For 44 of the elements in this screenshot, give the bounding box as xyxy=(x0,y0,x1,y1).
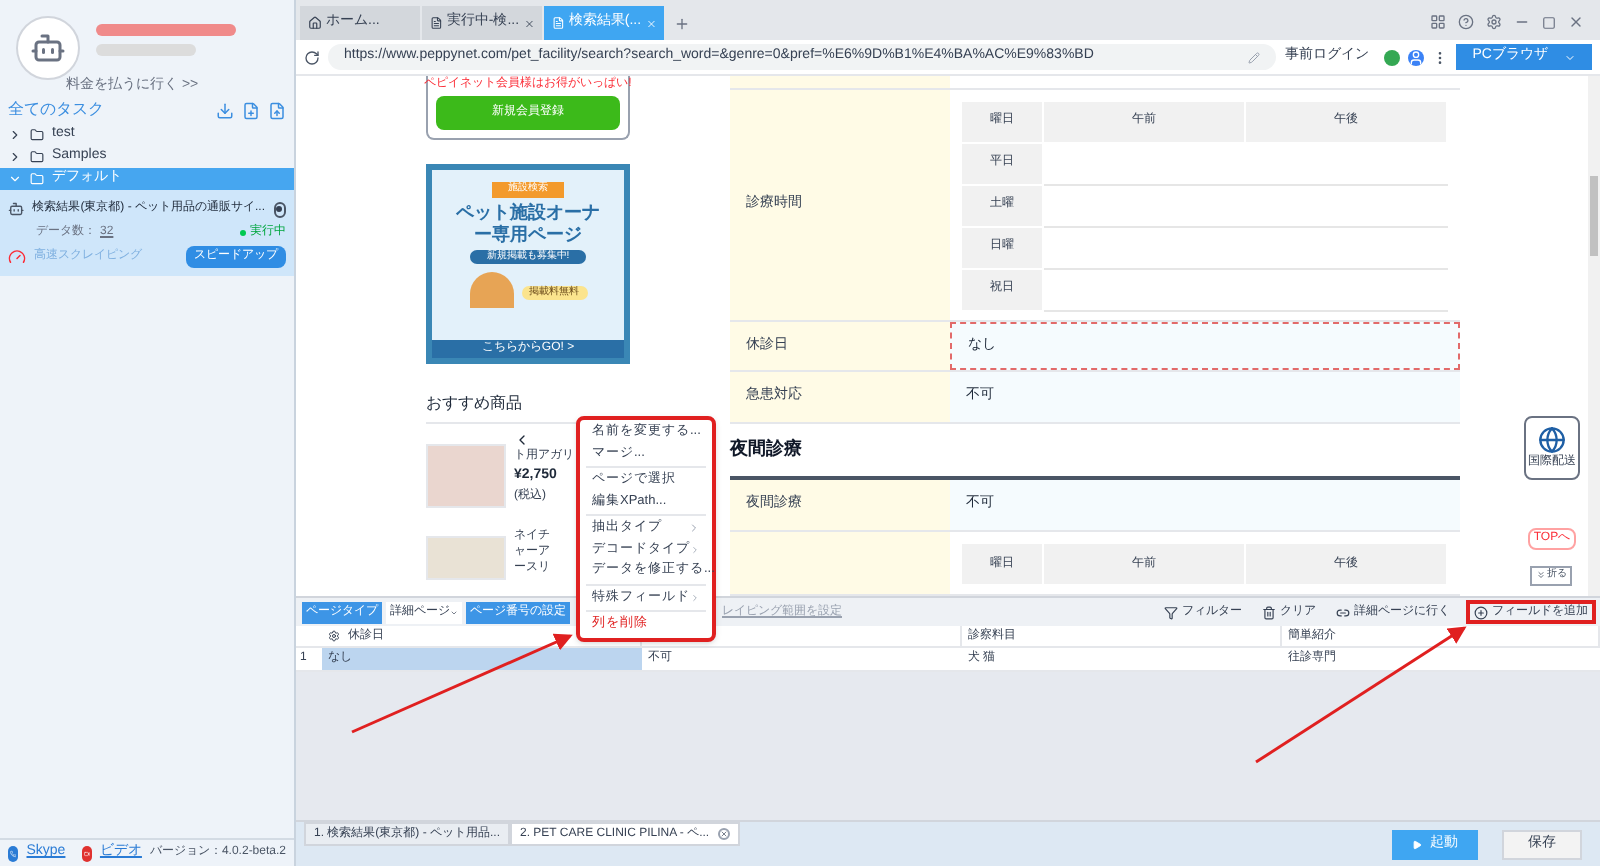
extension-icon[interactable] xyxy=(1384,49,1401,65)
account-icon[interactable] xyxy=(1408,49,1425,65)
close-icon[interactable] xyxy=(717,828,730,840)
trash-icon xyxy=(1262,605,1276,619)
speed-icon xyxy=(8,248,26,266)
video-icon xyxy=(81,845,92,861)
reload-icon[interactable] xyxy=(304,49,320,65)
grid-icon[interactable] xyxy=(1430,14,1446,30)
redacted-block xyxy=(96,44,196,56)
settings-icon[interactable] xyxy=(1486,14,1502,30)
new-task-icon[interactable] xyxy=(242,101,260,119)
skype-icon xyxy=(8,845,19,861)
folder-icon xyxy=(30,128,44,142)
column-settings-icon[interactable] xyxy=(328,630,340,642)
banner-title: ペット施設オーナー専用ページ xyxy=(456,201,600,245)
export-icon[interactable] xyxy=(268,101,286,119)
stop-icon[interactable] xyxy=(273,201,286,217)
filter-icon xyxy=(1164,605,1178,619)
close-icon[interactable] xyxy=(1568,14,1584,30)
add-icon xyxy=(1474,605,1488,619)
close-icon[interactable] xyxy=(523,17,534,29)
product-photo xyxy=(426,536,506,580)
previous-icon[interactable] xyxy=(514,432,530,448)
home-icon xyxy=(308,16,322,30)
redacted-block xyxy=(96,24,236,36)
page-icon xyxy=(430,16,443,30)
robot-icon xyxy=(8,198,25,220)
double-chevron-icon xyxy=(1536,570,1547,581)
chevron-icon xyxy=(690,591,700,604)
globe-icon xyxy=(1538,425,1566,453)
maximize-icon[interactable] xyxy=(1542,15,1556,29)
import-icon[interactable] xyxy=(216,101,234,119)
robot-icon xyxy=(30,30,66,66)
link-icon xyxy=(1336,605,1350,619)
caret-icon xyxy=(1564,51,1576,63)
folder-icon xyxy=(30,150,44,164)
help-icon[interactable] xyxy=(1458,14,1474,30)
product-photo xyxy=(426,444,506,508)
play-icon xyxy=(1412,840,1422,850)
new-tab-icon[interactable] xyxy=(674,16,690,32)
folder-icon xyxy=(30,172,44,186)
edit-icon xyxy=(1248,51,1261,63)
all-tasks-label: 全てのタスク xyxy=(8,98,104,122)
page-icon xyxy=(552,16,565,30)
